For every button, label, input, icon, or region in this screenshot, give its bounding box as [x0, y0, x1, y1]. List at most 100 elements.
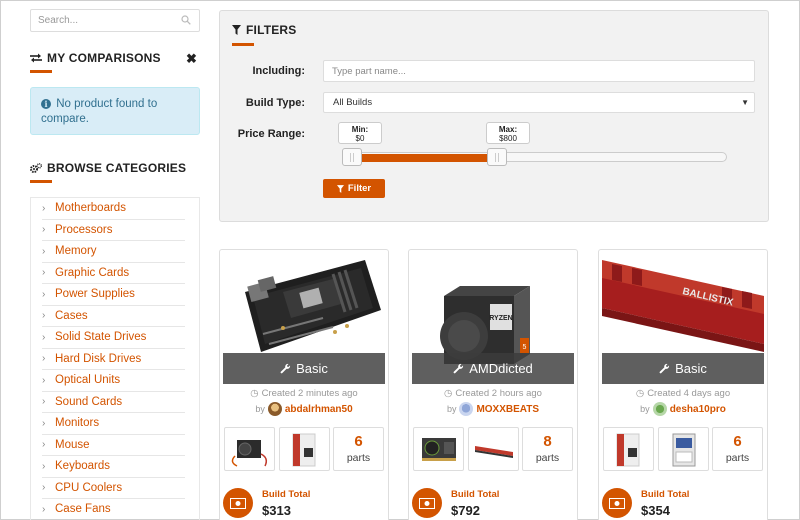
- category-item[interactable]: › Hard Disk Drives: [42, 349, 185, 370]
- chevron-right-icon: ›: [42, 482, 46, 494]
- categories-title: BROWSE CATEGORIES: [47, 161, 187, 175]
- author-line: by MOXXBEATS: [409, 402, 577, 416]
- created-text: Created 2 minutes ago: [261, 388, 358, 399]
- search-icon[interactable]: [181, 15, 191, 25]
- price-range-label: Price Range:: [237, 128, 305, 140]
- min-label: Min:: [351, 125, 369, 134]
- category-label: Power Supplies: [55, 288, 135, 301]
- parts-count-box[interactable]: 6 parts: [333, 427, 384, 471]
- category-item[interactable]: › Memory: [42, 241, 185, 263]
- including-label: Including:: [252, 65, 305, 77]
- build-name: Basic: [296, 361, 328, 376]
- chevron-right-icon: ›: [42, 417, 46, 429]
- parts-label: parts: [725, 452, 750, 464]
- by-text: by: [255, 404, 265, 414]
- created-time: ◷ Created 2 minutes ago: [220, 388, 388, 399]
- filters-title: FILTERS: [246, 23, 297, 37]
- build-type-select[interactable]: All Builds ▼: [323, 92, 755, 113]
- build-total-price: $313: [262, 502, 291, 518]
- part-thumbnail-cpu[interactable]: [279, 427, 330, 471]
- search-box[interactable]: [30, 9, 200, 32]
- filters-panel: FILTERS Including: Build Type: All Build…: [219, 10, 769, 222]
- avatar: [652, 402, 667, 416]
- chevron-right-icon: ›: [42, 353, 46, 365]
- chevron-right-icon: ›: [42, 267, 46, 279]
- category-item[interactable]: › Solid State Drives: [42, 327, 185, 349]
- build-name-band[interactable]: Basic: [223, 353, 385, 384]
- chevron-right-icon: ›: [42, 224, 46, 236]
- parts-count-box[interactable]: 8 parts: [522, 427, 573, 471]
- category-item[interactable]: › Processors: [42, 220, 185, 241]
- build-card[interactable]: BALLISTIX Basic ◷ Created 4 days ago by d…: [598, 249, 768, 520]
- category-label: Keyboards: [55, 460, 110, 473]
- category-item[interactable]: › Motherboards: [42, 198, 185, 220]
- parts-label: parts: [535, 452, 560, 464]
- heading-underline: [232, 43, 254, 46]
- category-item[interactable]: › Optical Units: [42, 370, 185, 392]
- filters-heading: FILTERS: [232, 23, 297, 37]
- parts-label: parts: [346, 452, 371, 464]
- including-input[interactable]: [323, 60, 755, 82]
- cpu-brand-text: RYZEN: [489, 315, 512, 322]
- category-item[interactable]: › Mouse: [42, 435, 185, 456]
- part-thumbnail-gpu[interactable]: [413, 427, 464, 471]
- min-price-tooltip: Min: $0: [338, 122, 382, 144]
- build-total-price: $354: [641, 502, 670, 518]
- filter-button[interactable]: Filter: [323, 179, 385, 198]
- search-input[interactable]: [31, 10, 171, 31]
- category-item[interactable]: › Case Fans: [42, 499, 185, 520]
- parts-count: 6: [354, 433, 363, 450]
- build-card[interactable]: Basic ◷ Created 2 minutes ago by abdalrhm…: [219, 249, 389, 520]
- info-icon: i: [41, 99, 51, 109]
- close-icon[interactable]: ✖: [186, 51, 197, 67]
- max-label: Max:: [498, 125, 518, 134]
- no-comparison-message: No product found to compare.: [41, 98, 158, 125]
- build-total-price: $792: [451, 502, 480, 518]
- category-label: CPU Coolers: [55, 481, 123, 494]
- build-name-band[interactable]: AMDdicted: [412, 353, 574, 384]
- author-link[interactable]: desha10pro: [670, 404, 726, 415]
- part-thumbnail-ram[interactable]: [468, 427, 519, 471]
- category-item[interactable]: › Power Supplies: [42, 284, 185, 306]
- category-label: Motherboards: [55, 202, 126, 215]
- build-name: Basic: [675, 361, 707, 376]
- category-label: Processors: [55, 223, 113, 236]
- build-total-label: Build Total: [641, 488, 690, 500]
- build-card[interactable]: RYZEN 5 AMDdicted ◷ Created 2 hours ago b…: [408, 249, 578, 520]
- author-line: by desha10pro: [599, 402, 767, 416]
- part-thumbnail-cpu[interactable]: [603, 427, 654, 471]
- part-thumbnail-hdd[interactable]: [658, 427, 709, 471]
- category-item[interactable]: › CPU Coolers: [42, 478, 185, 499]
- category-item[interactable]: › Monitors: [42, 413, 185, 435]
- avatar: [267, 402, 282, 416]
- chevron-right-icon: ›: [42, 374, 46, 386]
- wrench-icon: [280, 363, 291, 374]
- chevron-right-icon: ›: [42, 245, 46, 257]
- category-item[interactable]: › Cases: [42, 306, 185, 327]
- category-label: Monitors: [55, 417, 100, 430]
- build-name-band[interactable]: Basic: [602, 353, 764, 384]
- wrench-icon: [453, 363, 464, 374]
- min-price-handle[interactable]: [342, 148, 362, 166]
- wrench-icon: [659, 363, 670, 374]
- max-price-handle[interactable]: [486, 148, 507, 166]
- author-line: by abdalrhman50: [220, 402, 388, 416]
- category-label: Optical Units: [55, 374, 121, 387]
- price-slider-track[interactable]: [343, 152, 727, 162]
- category-item[interactable]: › Graphic Cards: [42, 263, 185, 284]
- max-price-tooltip: Max: $800: [486, 122, 530, 144]
- part-thumbnail-psu[interactable]: [224, 427, 275, 471]
- parts-count: 8: [543, 433, 552, 450]
- author-link[interactable]: MOXXBEATS: [476, 404, 539, 415]
- by-text: by: [640, 404, 650, 414]
- created-text: Created 4 days ago: [647, 388, 731, 399]
- build-total: Build Total $354: [602, 485, 689, 520]
- build-type-label: Build Type:: [245, 97, 305, 109]
- category-item[interactable]: › Sound Cards: [42, 392, 185, 413]
- clock-icon: ◷: [635, 388, 645, 399]
- category-item[interactable]: › Keyboards: [42, 456, 185, 478]
- parts-count-box[interactable]: 6 parts: [712, 427, 763, 471]
- filter-icon: [336, 184, 344, 193]
- exchange-icon: [30, 53, 42, 63]
- author-link[interactable]: abdalrhman50: [285, 404, 353, 415]
